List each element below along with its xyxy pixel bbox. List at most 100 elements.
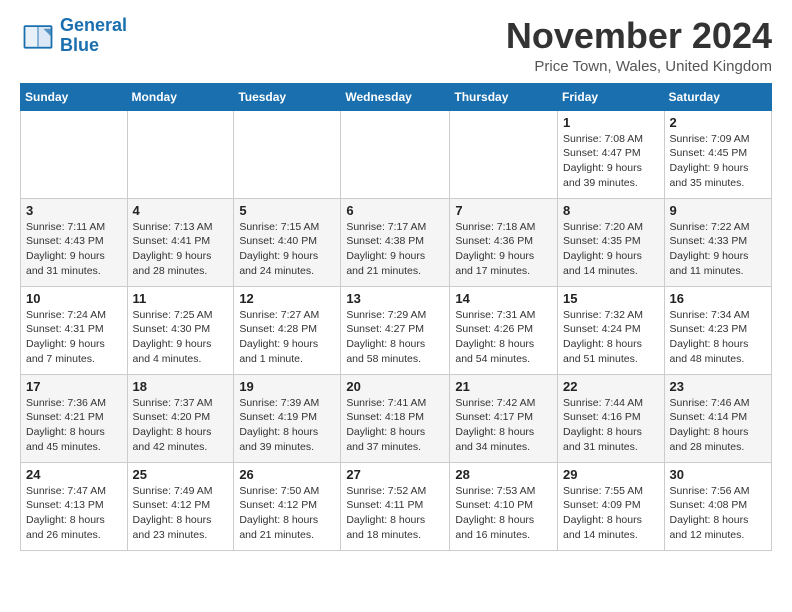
day-info: Sunrise: 7:36 AMSunset: 4:21 PMDaylight:…	[26, 396, 122, 455]
calendar-header-row: SundayMondayTuesdayWednesdayThursdayFrid…	[21, 83, 772, 110]
header: General Blue November 2024 Price Town, W…	[20, 16, 772, 75]
day-number: 2	[670, 115, 766, 130]
day-info: Sunrise: 7:22 AMSunset: 4:33 PMDaylight:…	[670, 220, 766, 279]
day-info: Sunrise: 7:41 AMSunset: 4:18 PMDaylight:…	[346, 396, 444, 455]
header-monday: Monday	[127, 83, 234, 110]
day-number: 5	[239, 203, 335, 218]
day-number: 6	[346, 203, 444, 218]
day-number: 27	[346, 467, 444, 482]
calendar-cell: 14Sunrise: 7:31 AMSunset: 4:26 PMDayligh…	[450, 286, 558, 374]
day-number: 30	[670, 467, 766, 482]
calendar-cell: 7Sunrise: 7:18 AMSunset: 4:36 PMDaylight…	[450, 198, 558, 286]
day-info: Sunrise: 7:47 AMSunset: 4:13 PMDaylight:…	[26, 484, 122, 543]
day-number: 8	[563, 203, 659, 218]
calendar-cell: 25Sunrise: 7:49 AMSunset: 4:12 PMDayligh…	[127, 462, 234, 550]
day-info: Sunrise: 7:09 AMSunset: 4:45 PMDaylight:…	[670, 132, 766, 191]
logo-line2: Blue	[60, 35, 99, 55]
calendar-cell: 16Sunrise: 7:34 AMSunset: 4:23 PMDayligh…	[664, 286, 771, 374]
calendar-cell: 1 Sunrise: 7:08 AMSunset: 4:47 PMDaylight…	[558, 110, 665, 198]
day-number: 21	[455, 379, 552, 394]
day-info: Sunrise: 7:56 AMSunset: 4:08 PMDaylight:…	[670, 484, 766, 543]
header-sunday: Sunday	[21, 83, 128, 110]
day-number: 23	[670, 379, 766, 394]
header-thursday: Thursday	[450, 83, 558, 110]
logo: General Blue	[20, 16, 127, 56]
calendar-week-5: 24 Sunrise: 7:47 AMSunset: 4:13 PMDayligh…	[21, 462, 772, 550]
calendar-cell: 13Sunrise: 7:29 AMSunset: 4:27 PMDayligh…	[341, 286, 450, 374]
day-info: Sunrise: 7:39 AMSunset: 4:19 PMDaylight:…	[239, 396, 335, 455]
calendar-cell: 9 Sunrise: 7:22 AMSunset: 4:33 PMDaylight…	[664, 198, 771, 286]
day-info: Sunrise: 7:50 AMSunset: 4:12 PMDaylight:…	[239, 484, 335, 543]
day-number: 3	[26, 203, 122, 218]
day-number: 20	[346, 379, 444, 394]
day-number: 22	[563, 379, 659, 394]
calendar-cell: 18 Sunrise: 7:37 AMSunset: 4:20 PMDayligh…	[127, 374, 234, 462]
day-info: Sunrise: 7:11 AMSunset: 4:43 PMDaylight:…	[26, 220, 122, 279]
calendar-week-2: 3 Sunrise: 7:11 AMSunset: 4:43 PMDaylight…	[21, 198, 772, 286]
day-number: 1	[563, 115, 659, 130]
calendar-cell: 15Sunrise: 7:32 AMSunset: 4:24 PMDayligh…	[558, 286, 665, 374]
calendar-cell: 6Sunrise: 7:17 AMSunset: 4:38 PMDaylight…	[341, 198, 450, 286]
day-info: Sunrise: 7:18 AMSunset: 4:36 PMDaylight:…	[455, 220, 552, 279]
day-info: Sunrise: 7:37 AMSunset: 4:20 PMDaylight:…	[133, 396, 229, 455]
logo-text: General Blue	[60, 16, 127, 56]
calendar-cell	[450, 110, 558, 198]
day-number: 15	[563, 291, 659, 306]
day-info: Sunrise: 7:46 AMSunset: 4:14 PMDaylight:…	[670, 396, 766, 455]
calendar-cell: 23 Sunrise: 7:46 AMSunset: 4:14 PMDayligh…	[664, 374, 771, 462]
day-info: Sunrise: 7:53 AMSunset: 4:10 PMDaylight:…	[455, 484, 552, 543]
day-info: Sunrise: 7:52 AMSunset: 4:11 PMDaylight:…	[346, 484, 444, 543]
day-number: 28	[455, 467, 552, 482]
header-friday: Friday	[558, 83, 665, 110]
calendar-cell: 19 Sunrise: 7:39 AMSunset: 4:19 PMDayligh…	[234, 374, 341, 462]
day-number: 26	[239, 467, 335, 482]
day-number: 29	[563, 467, 659, 482]
calendar-cell: 30 Sunrise: 7:56 AMSunset: 4:08 PMDayligh…	[664, 462, 771, 550]
calendar-cell	[341, 110, 450, 198]
calendar-cell: 3 Sunrise: 7:11 AMSunset: 4:43 PMDaylight…	[21, 198, 128, 286]
calendar-cell	[21, 110, 128, 198]
day-info: Sunrise: 7:55 AMSunset: 4:09 PMDaylight:…	[563, 484, 659, 543]
day-number: 10	[26, 291, 122, 306]
day-info: Sunrise: 7:24 AMSunset: 4:31 PMDaylight:…	[26, 308, 122, 367]
calendar-cell: 24 Sunrise: 7:47 AMSunset: 4:13 PMDayligh…	[21, 462, 128, 550]
calendar-cell: 12 Sunrise: 7:27 AMSunset: 4:28 PMDayligh…	[234, 286, 341, 374]
day-number: 11	[133, 291, 229, 306]
day-number: 4	[133, 203, 229, 218]
day-number: 25	[133, 467, 229, 482]
calendar-cell: 28 Sunrise: 7:53 AMSunset: 4:10 PMDayligh…	[450, 462, 558, 550]
calendar-cell: 27 Sunrise: 7:52 AMSunset: 4:11 PMDayligh…	[341, 462, 450, 550]
day-number: 18	[133, 379, 229, 394]
calendar-cell: 17Sunrise: 7:36 AMSunset: 4:21 PMDayligh…	[21, 374, 128, 462]
calendar-cell: 26 Sunrise: 7:50 AMSunset: 4:12 PMDayligh…	[234, 462, 341, 550]
day-info: Sunrise: 7:31 AMSunset: 4:26 PMDaylight:…	[455, 308, 552, 367]
month-title: November 2024	[506, 16, 772, 56]
calendar-week-3: 10 Sunrise: 7:24 AMSunset: 4:31 PMDayligh…	[21, 286, 772, 374]
calendar-cell: 10 Sunrise: 7:24 AMSunset: 4:31 PMDayligh…	[21, 286, 128, 374]
logo-icon	[20, 18, 56, 54]
calendar-cell: 29 Sunrise: 7:55 AMSunset: 4:09 PMDayligh…	[558, 462, 665, 550]
day-info: Sunrise: 7:08 AMSunset: 4:47 PMDaylight:…	[563, 132, 659, 191]
calendar-cell: 8 Sunrise: 7:20 AMSunset: 4:35 PMDaylight…	[558, 198, 665, 286]
calendar-cell: 2 Sunrise: 7:09 AMSunset: 4:45 PMDaylight…	[664, 110, 771, 198]
logo-line1: General	[60, 15, 127, 35]
calendar-table: SundayMondayTuesdayWednesdayThursdayFrid…	[20, 83, 772, 551]
day-info: Sunrise: 7:20 AMSunset: 4:35 PMDaylight:…	[563, 220, 659, 279]
calendar-week-1: 1 Sunrise: 7:08 AMSunset: 4:47 PMDaylight…	[21, 110, 772, 198]
calendar-cell: 4 Sunrise: 7:13 AMSunset: 4:41 PMDaylight…	[127, 198, 234, 286]
location-title: Price Town, Wales, United Kingdom	[506, 58, 772, 75]
day-info: Sunrise: 7:44 AMSunset: 4:16 PMDaylight:…	[563, 396, 659, 455]
day-info: Sunrise: 7:15 AMSunset: 4:40 PMDaylight:…	[239, 220, 335, 279]
calendar-cell	[127, 110, 234, 198]
day-info: Sunrise: 7:13 AMSunset: 4:41 PMDaylight:…	[133, 220, 229, 279]
header-wednesday: Wednesday	[341, 83, 450, 110]
day-number: 19	[239, 379, 335, 394]
calendar-cell	[234, 110, 341, 198]
day-number: 24	[26, 467, 122, 482]
day-number: 12	[239, 291, 335, 306]
day-info: Sunrise: 7:34 AMSunset: 4:23 PMDaylight:…	[670, 308, 766, 367]
day-info: Sunrise: 7:27 AMSunset: 4:28 PMDaylight:…	[239, 308, 335, 367]
day-info: Sunrise: 7:42 AMSunset: 4:17 PMDaylight:…	[455, 396, 552, 455]
calendar-cell: 20 Sunrise: 7:41 AMSunset: 4:18 PMDayligh…	[341, 374, 450, 462]
day-number: 9	[670, 203, 766, 218]
